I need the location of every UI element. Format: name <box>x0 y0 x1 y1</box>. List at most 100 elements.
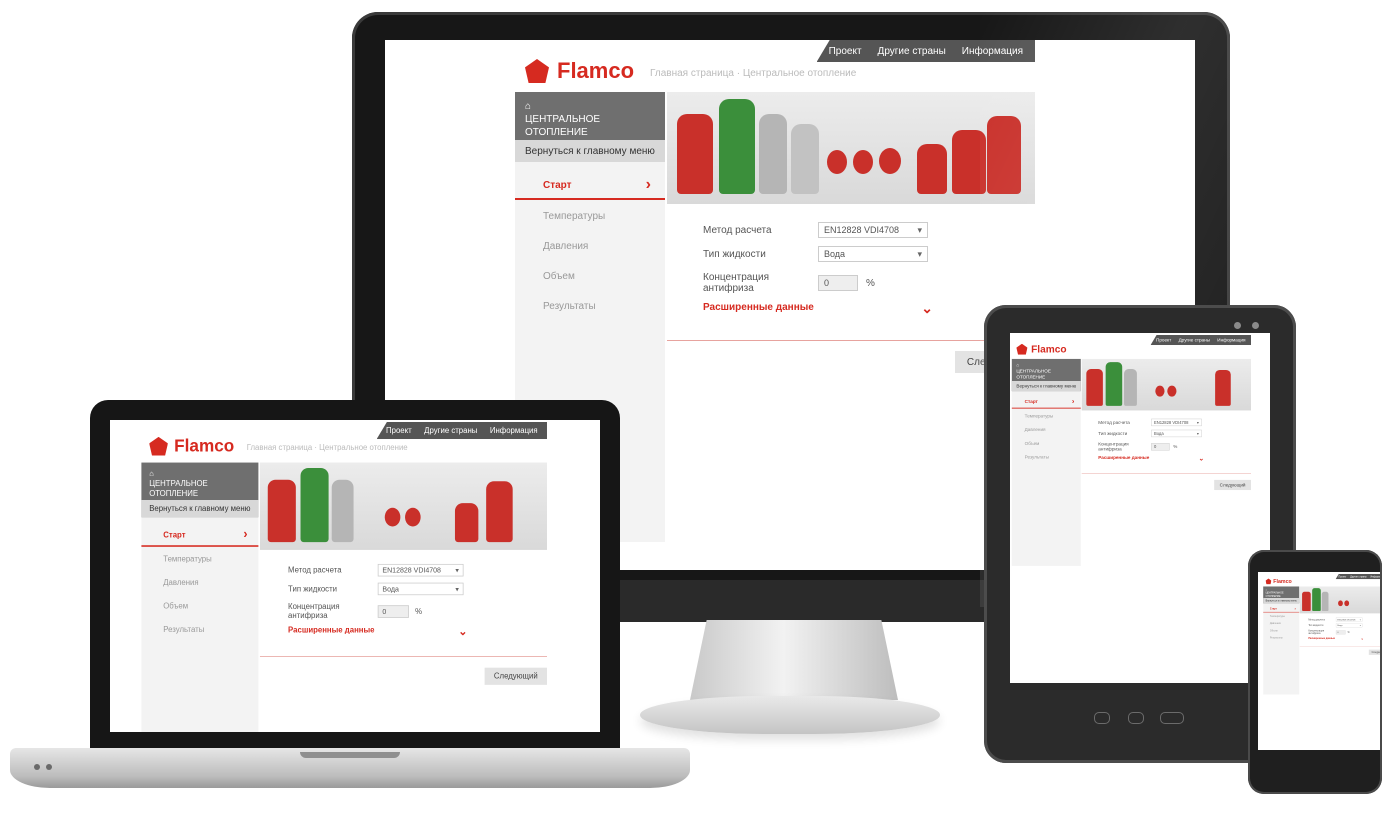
vessel-small <box>1344 600 1350 607</box>
nav-info[interactable]: Информация <box>490 426 538 435</box>
sidebar-item-volume[interactable]: Объем <box>141 595 258 617</box>
tablet-home-button[interactable] <box>1128 712 1144 724</box>
flamco-logo[interactable]: Flamco <box>1016 343 1067 355</box>
next-button[interactable]: Следующий <box>484 667 547 685</box>
antifreeze-label: Концентрация антифриза <box>703 272 770 294</box>
sidebar-item-start[interactable]: Старт › <box>141 525 259 547</box>
sidebar-item-label: Температуры <box>1269 614 1285 618</box>
method-label: Метод расчета <box>1308 618 1325 621</box>
nav-info[interactable]: Информация <box>1370 575 1380 578</box>
method-label: Метод расчета <box>288 565 342 575</box>
back-to-menu-link[interactable]: Вернуться к главному меню <box>1263 598 1300 604</box>
sidebar-item-temperatures[interactable]: Температуры <box>141 548 258 570</box>
fluid-row: Тип жидкости Вода <box>1098 429 1202 438</box>
next-button[interactable]: Следующий <box>1368 649 1380 655</box>
sidebar-item-volume[interactable]: Объем <box>1012 437 1081 450</box>
sidebar-item-results[interactable]: Результаты <box>515 292 665 320</box>
nav-project[interactable]: Проект <box>829 46 862 57</box>
product-hero-image <box>259 462 547 550</box>
sidebar-item-temperatures[interactable]: Температуры <box>515 202 665 230</box>
nav-project[interactable]: Проект <box>1338 575 1346 578</box>
antifreeze-input[interactable]: 0 <box>818 275 858 291</box>
sidebar-item-volume[interactable]: Объем <box>515 262 665 290</box>
breadcrumb[interactable]: Главная страница · Центральное отопление <box>650 68 856 79</box>
sidebar-item-pressures[interactable]: Давления <box>141 572 258 594</box>
top-nav: Проект Другие страны Информация <box>1150 335 1251 346</box>
sidebar-item-start[interactable]: Старт › <box>1263 606 1300 613</box>
tank-red-large <box>1302 591 1311 611</box>
antifreeze-input[interactable]: 0 <box>1151 443 1170 451</box>
method-select[interactable]: EN12828 VDI4708 <box>818 222 928 238</box>
nav-project[interactable]: Проект <box>1156 338 1171 343</box>
tablet-camera-dot <box>1252 322 1259 329</box>
advanced-data-toggle[interactable]: Расширенные данные ⌄ <box>1098 455 1204 462</box>
nav-other-countries[interactable]: Другие страны <box>1350 575 1366 578</box>
method-select[interactable]: EN12828 VDI4708 <box>377 563 464 577</box>
sidebar-item-start[interactable]: Старт › <box>515 172 665 200</box>
sidebar-item-start[interactable]: Старт › <box>1011 396 1081 409</box>
nav-project[interactable]: Проект <box>386 426 412 435</box>
tablet-search-button[interactable] <box>1160 712 1184 724</box>
sidebar-item-pressures[interactable]: Давления <box>1263 620 1299 627</box>
advanced-data-toggle[interactable]: Расширенные данные ⌄ <box>703 300 933 316</box>
method-select[interactable]: EN12828 VDI4708 <box>1335 617 1363 622</box>
nav-other-countries[interactable]: Другие страны <box>1179 338 1210 343</box>
home-icon[interactable]: ⌂ <box>525 100 655 113</box>
advanced-data-toggle[interactable]: Расширенные данные ⌄ <box>288 625 467 637</box>
fluid-select[interactable]: Вода <box>1151 429 1202 438</box>
chevron-right-icon: › <box>1294 606 1296 611</box>
next-button[interactable]: Следующий <box>1214 479 1251 491</box>
home-icon[interactable]: ⌂ <box>149 469 250 479</box>
method-row: Метод расчета EN12828 VDI4708 <box>1098 418 1202 427</box>
back-to-menu-link[interactable]: Вернуться к главному меню <box>1011 381 1081 392</box>
sidebar-item-temperatures[interactable]: Температуры <box>1263 613 1299 620</box>
sidebar-item-results[interactable]: Результаты <box>1012 451 1081 464</box>
nav-info[interactable]: Информация <box>1217 338 1245 343</box>
sidebar-item-pressures[interactable]: Давления <box>515 232 665 260</box>
fluid-select[interactable]: Вода <box>1335 623 1363 628</box>
tank-green <box>1105 362 1123 406</box>
fluid-label: Тип жидкости <box>288 584 338 594</box>
nav-other-countries[interactable]: Другие страны <box>424 426 477 435</box>
percent-unit: % <box>1347 631 1350 634</box>
vessel-small <box>853 150 873 174</box>
sidebar-item-results[interactable]: Результаты <box>1263 634 1299 641</box>
fluid-label: Тип жидкости <box>1308 624 1324 627</box>
advanced-label: Расширенные данные <box>1308 636 1335 640</box>
tank-grey <box>1321 591 1329 611</box>
sidebar-item-pressures[interactable]: Давления <box>1012 423 1081 436</box>
back-to-menu-link[interactable]: Вернуться к главному меню <box>515 140 665 162</box>
back-to-menu-link[interactable]: Вернуться к главному меню <box>141 500 259 518</box>
nav-other-countries[interactable]: Другие страны <box>878 46 946 57</box>
fluid-select[interactable]: Вода <box>377 582 464 596</box>
antifreeze-input[interactable]: 0 <box>1335 630 1346 635</box>
phone-screen: Проект Другие страны Информация Flamco ⌂… <box>1258 572 1380 750</box>
fluid-row: Тип жидкости Вода <box>288 582 464 596</box>
sidebar-item-label: Давления <box>163 578 199 587</box>
antifreeze-input[interactable]: 0 <box>377 605 409 618</box>
tank-grey <box>331 479 354 543</box>
antifreeze-row: Концентрация антифриза 0 % <box>1098 442 1177 452</box>
sidebar-item-volume[interactable]: Объем <box>1263 627 1299 634</box>
sidebar-item-label: Температуры <box>1024 413 1054 419</box>
flamco-logo[interactable]: Flamco <box>1265 578 1292 585</box>
sidebar-item-label: Объем <box>1269 629 1278 632</box>
sidebar-item-temperatures[interactable]: Температуры <box>1012 410 1081 423</box>
breadcrumb[interactable]: Главная страница · Центральное отопление <box>247 444 408 453</box>
sidebar-item-label: Давления <box>1269 622 1281 625</box>
sidebar-item-results[interactable]: Результаты <box>141 619 258 641</box>
fluid-select[interactable]: Вода <box>818 246 928 262</box>
method-row: Метод расчета EN12828 VDI4708 <box>288 563 464 577</box>
tablet-back-button[interactable] <box>1094 712 1110 724</box>
sidebar-item-label: Объем <box>1024 441 1040 447</box>
logo-text: Flamco <box>1273 578 1292 585</box>
top-nav: Проект Другие страны Информация <box>1335 574 1380 580</box>
flamco-logo[interactable]: Flamco <box>149 436 234 456</box>
fluid-label: Тип жидкости <box>703 248 766 260</box>
percent-unit: % <box>866 277 875 289</box>
antifreeze-row: Концентрация антифриза 0 % <box>703 272 875 294</box>
advanced-data-toggle[interactable]: Расширенные данные ⌄ <box>1308 636 1363 640</box>
logo-text: Flamco <box>174 436 235 456</box>
flamco-logo[interactable]: Flamco <box>525 58 634 84</box>
method-select[interactable]: EN12828 VDI4708 <box>1151 418 1202 427</box>
